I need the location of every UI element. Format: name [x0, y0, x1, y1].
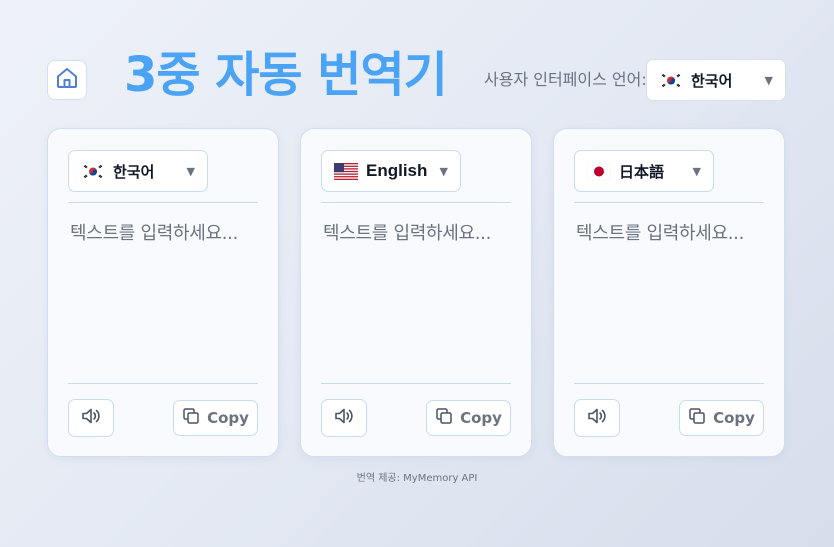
copy-button-label: Copy	[713, 409, 755, 427]
copy-icon	[182, 407, 200, 429]
home-button[interactable]	[47, 60, 87, 100]
ui-language-label: 사용자 인터페이스 언어:	[484, 70, 647, 89]
speak-button[interactable]	[321, 399, 367, 437]
speak-button[interactable]	[574, 399, 620, 437]
speaker-icon	[333, 406, 355, 430]
korea-flag-icon	[659, 72, 683, 89]
divider	[68, 383, 258, 384]
ui-language-value: 한국어	[691, 71, 733, 90]
chevron-down-icon: ▼	[439, 164, 448, 178]
copy-icon	[688, 407, 706, 429]
translation-panel-korean: 한국어 ▼ 텍스트를 입력하세요... Copy	[47, 128, 279, 457]
translation-panel-english: English ▼ 텍스트를 입력하세요... Copy	[300, 128, 532, 457]
speaker-icon	[586, 406, 608, 430]
text-input[interactable]: 텍스트를 입력하세요...	[576, 219, 744, 245]
copy-icon	[435, 407, 453, 429]
chevron-down-icon: ▼	[186, 164, 195, 178]
text-input[interactable]: 텍스트를 입력하세요...	[70, 219, 238, 245]
divider	[574, 202, 764, 203]
copy-button[interactable]: Copy	[679, 400, 764, 436]
divider	[321, 202, 511, 203]
language-select[interactable]: 한국어 ▼	[68, 150, 208, 192]
copy-button-label: Copy	[207, 409, 249, 427]
divider	[574, 383, 764, 384]
usa-flag-icon	[334, 163, 358, 180]
home-icon	[55, 66, 79, 94]
divider	[68, 202, 258, 203]
language-select-value: 한국어	[113, 162, 155, 181]
language-select-value: English	[366, 161, 428, 180]
speaker-icon	[80, 406, 102, 430]
language-select[interactable]: 日本語 ▼	[574, 150, 714, 192]
korea-flag-icon	[81, 163, 105, 180]
copy-button-label: Copy	[460, 409, 502, 427]
copy-button[interactable]: Copy	[173, 400, 258, 436]
chevron-down-icon: ▼	[692, 164, 701, 178]
footer-credit: 번역 제공: MyMemory API	[356, 473, 478, 484]
japan-flag-icon	[587, 163, 611, 180]
page-title: 3중 자동 번역기	[124, 47, 448, 103]
translation-panel-japanese: 日本語 ▼ 텍스트를 입력하세요... Copy	[553, 128, 785, 457]
language-select-value: 日本語	[619, 162, 665, 181]
chevron-down-icon: ▼	[764, 73, 773, 87]
text-input[interactable]: 텍스트를 입력하세요...	[323, 219, 491, 245]
ui-language-select[interactable]: 한국어 ▼	[646, 59, 786, 101]
speak-button[interactable]	[68, 399, 114, 437]
copy-button[interactable]: Copy	[426, 400, 511, 436]
divider	[321, 383, 511, 384]
language-select[interactable]: English ▼	[321, 150, 461, 192]
